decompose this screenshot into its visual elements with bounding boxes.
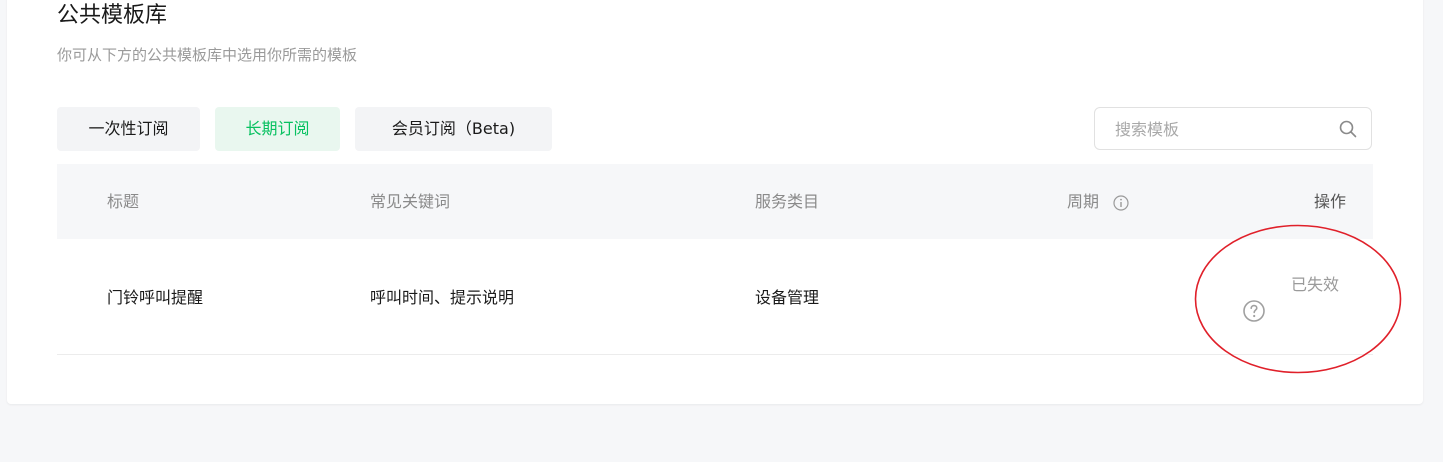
table-header: 标题 常见关键词 服务类目 周期 操作 [57, 164, 1373, 239]
column-header-action: 操作 [1314, 192, 1347, 211]
column-header-title: 标题 [107, 192, 140, 211]
column-header-period: 周期 [1067, 192, 1100, 211]
cell-category: 设备管理 [755, 288, 820, 307]
tab-long-term-subscription[interactable]: 长期订阅 [215, 107, 340, 151]
table-row: 门铃呼叫提醒 呼叫时间、提示说明 设备管理 已失效 [57, 239, 1373, 355]
page-title: 公共模板库 [57, 3, 168, 28]
search-input[interactable] [1113, 108, 1327, 151]
search-icon[interactable] [1339, 120, 1357, 138]
status-expired-text: 已失效 [1291, 275, 1340, 294]
search-box [1094, 107, 1372, 151]
page-subtitle: 你可从下方的公共模板库中选用你所需的模板 [57, 46, 358, 64]
cell-keywords: 呼叫时间、提示说明 [370, 288, 515, 307]
tab-member-subscription-beta[interactable]: 会员订阅（Beta) [355, 107, 552, 151]
question-circle-icon[interactable] [1242, 299, 1266, 323]
column-header-category: 服务类目 [755, 192, 820, 211]
info-icon[interactable] [1113, 195, 1129, 211]
tab-one-time-subscription[interactable]: 一次性订阅 [57, 107, 200, 151]
column-header-keywords: 常见关键词 [370, 192, 451, 211]
cell-title: 门铃呼叫提醒 [107, 288, 204, 307]
